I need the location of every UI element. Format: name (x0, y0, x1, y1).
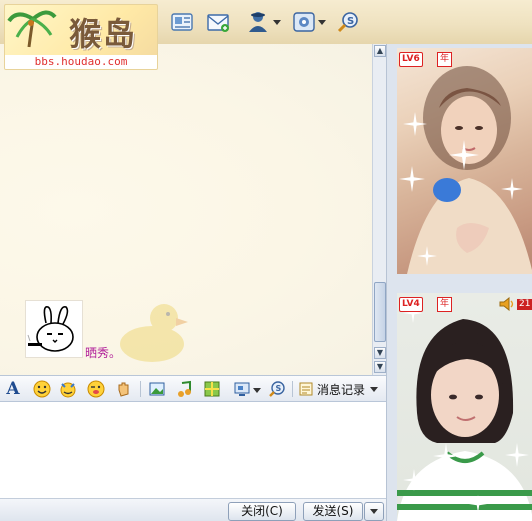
hand-icon (118, 382, 129, 397)
logo-text: 猴岛 (69, 15, 138, 53)
bunny-icon (27, 306, 74, 352)
avatar-panel: LV6 年 LV4 年 21 (386, 44, 532, 521)
search-bubble-icon: S (337, 12, 358, 33)
shake-button[interactable] (114, 380, 134, 398)
svg-text:S: S (347, 16, 354, 27)
settings-caret[interactable] (318, 20, 326, 26)
toolbar-separator (292, 381, 293, 397)
sparkle-icon (433, 443, 459, 469)
image-icon (149, 382, 165, 396)
screenshot-caret[interactable] (253, 388, 261, 394)
font-icon: A (6, 379, 20, 399)
screenshot-button[interactable] (232, 380, 252, 398)
user-menu-button[interactable] (244, 8, 272, 36)
user-card-button[interactable] (168, 8, 196, 36)
sparkle-icon (403, 469, 425, 491)
scroll-bottom-button[interactable]: ▼ (374, 361, 386, 373)
site-logo: 猴岛 bbs.houdao.com (4, 4, 158, 70)
scroll-down-button[interactable]: ▼ (374, 347, 386, 359)
search-bubble-button[interactable]: S (334, 8, 362, 36)
peer-level-badge: LV6 (399, 52, 423, 67)
emoji-button[interactable] (32, 380, 52, 398)
search-bubble-icon: S (269, 381, 285, 397)
send-options-button[interactable] (364, 502, 384, 521)
user-menu-icon (249, 12, 267, 32)
chevron-down-icon (370, 386, 379, 392)
chat-history: 晒秀。 (0, 44, 372, 375)
magic-face-icon (60, 382, 76, 398)
sparkle-icon (403, 112, 427, 136)
settings-button[interactable] (290, 8, 318, 36)
bunny-sticker (25, 300, 83, 358)
send-button[interactable]: 发送(S) (303, 502, 363, 521)
sparkle-icon (399, 166, 425, 192)
peer-year-badge: 年 (437, 52, 452, 67)
bottom-action-bar: 关闭(C) 发送(S) (0, 498, 386, 521)
whiteboard-button[interactable] (202, 380, 222, 398)
search-s-button[interactable]: S (267, 380, 287, 398)
settings-icon (293, 12, 315, 32)
svg-text:S: S (276, 384, 282, 393)
image-button[interactable] (147, 380, 167, 398)
screen-capture-icon (234, 382, 250, 396)
sparkle-icon (449, 140, 479, 170)
magic-emoji-button[interactable] (58, 380, 78, 398)
wink-face-icon (87, 380, 105, 398)
speaker-icon[interactable] (499, 297, 515, 311)
wink-button[interactable] (86, 380, 106, 398)
sparkle-icon (469, 495, 487, 513)
chat-scrollbar[interactable]: ▲ ▼ ▼ (372, 44, 387, 375)
mail-icon (207, 14, 229, 32)
message-history-label: 消息记录 (317, 382, 366, 397)
palm-tree-icon (7, 10, 57, 48)
close-button[interactable]: 关闭(C) (228, 502, 296, 521)
logo-url: bbs.houdao.com (5, 55, 157, 69)
scroll-up-button[interactable]: ▲ (374, 45, 386, 57)
user-menu-caret[interactable] (273, 20, 281, 26)
self-avatar[interactable]: LV4 年 21 (397, 293, 532, 521)
volume-badge: 21 (517, 299, 532, 310)
sparkle-icon (501, 178, 523, 200)
smiley-icon (33, 380, 51, 398)
peer-avatar[interactable]: LV6 年 (397, 48, 532, 274)
music-button[interactable] (174, 380, 194, 398)
message-history-button[interactable]: 消息记录 (298, 380, 379, 398)
grid-board-icon (204, 381, 220, 397)
format-toolbar: A S 消息记录 (0, 375, 386, 402)
sparkle-icon (417, 246, 437, 266)
music-note-icon (178, 380, 191, 397)
self-year-badge: 年 (437, 297, 452, 312)
emote-caption: 晒秀。 (85, 346, 122, 360)
font-button[interactable]: A (3, 379, 23, 399)
sparkle-icon (505, 443, 529, 467)
mail-button[interactable] (204, 8, 232, 36)
toolbar-separator (140, 381, 141, 397)
history-icon (299, 382, 313, 396)
message-input[interactable] (0, 402, 386, 498)
user-card-icon (171, 13, 193, 31)
self-level-badge: LV4 (399, 297, 423, 312)
scroll-thumb[interactable] (374, 282, 386, 342)
